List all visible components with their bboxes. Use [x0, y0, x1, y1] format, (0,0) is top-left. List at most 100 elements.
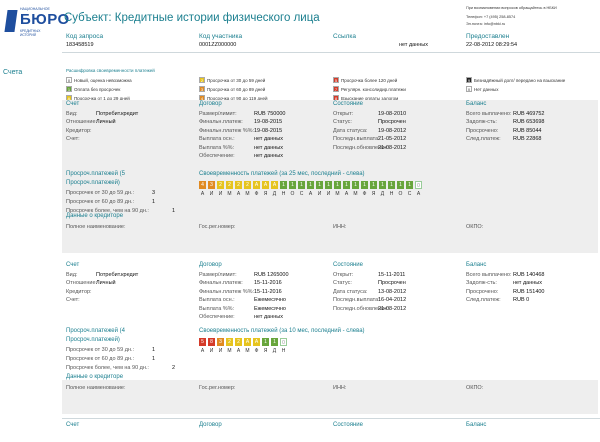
payment-status-cell: 1 [334, 181, 341, 189]
overdue-count: 2 [172, 365, 176, 371]
month-label: И [209, 348, 214, 354]
month-label: М [245, 191, 250, 197]
field-value: нет данных [254, 136, 284, 143]
month-label: А [344, 191, 349, 197]
payment-status-cell: 8 [208, 338, 215, 346]
account-column-header: Состояние [333, 422, 363, 428]
contact-line-3: Эл.почта: info@nbki.ru [466, 22, 506, 26]
month-label: М [227, 191, 232, 197]
month-label: Н [281, 191, 286, 197]
field-value: 19-08-2012 [378, 127, 407, 134]
payment-status-cell: 1 [307, 181, 314, 189]
legend-item: 7 Регулярн. консолидир.платежи [333, 86, 406, 92]
payment-status-cell: 1 [343, 181, 350, 189]
link-value: нет данных [398, 42, 428, 48]
legend-item: 2 Просрочка от 30 до 59 дней [199, 77, 265, 83]
field-label: Выплата осн.: [199, 136, 235, 143]
field-label: Финальн.платеж: [199, 280, 243, 287]
overdue-count: 3 [152, 190, 156, 196]
month-label: А [236, 348, 241, 354]
month-label: И [218, 191, 223, 197]
month-label: И [326, 191, 331, 197]
field-label: Размер/лимит: [199, 111, 237, 117]
field-value: 21-08-2012 [378, 144, 407, 151]
field-value: RUB 750000 [254, 111, 286, 117]
payment-status-cell: 1 [397, 181, 404, 189]
field-label: Просрочено: [466, 288, 499, 295]
account-column-header: Счет [66, 101, 80, 107]
field-label: Статус: [333, 119, 352, 126]
creditor-field-label: Гос.рег.номер: [199, 385, 236, 391]
legend-swatch: 2 [199, 77, 205, 83]
legend-swatch: 9 [466, 77, 472, 83]
overdue-count: 1 [152, 356, 156, 362]
field-value: 13-08-2012 [378, 288, 407, 295]
request-code-label: Код запроса [66, 33, 104, 40]
overdue-label: Просрочек от 30 до 59 дн.: [66, 347, 135, 353]
field-label: Открыт: [333, 272, 354, 278]
logo-main-text: БЮРО [20, 11, 70, 28]
legend-item: 9 Безнадёжный долг/ передано на взыскание [466, 77, 565, 83]
legend-swatch: 3 [199, 86, 205, 92]
payment-status-cell: 2 [226, 338, 233, 346]
overdue-title-2: Просроч.платежей) [66, 337, 120, 343]
month-label: М [227, 348, 232, 354]
field-label: Задолж-сть: [466, 119, 497, 126]
field-value: RUB 85044 [513, 127, 542, 134]
overdue-label: Просрочек от 30 до 59 дн.: [66, 190, 135, 196]
month-label: С [299, 191, 304, 197]
overdue-title: Просроч.платежей (5 [66, 171, 125, 177]
creditor-title: Данные о кредиторе [66, 374, 124, 380]
field-value: 15-11-2016 [254, 280, 282, 287]
account-column-header: Состояние [333, 101, 363, 107]
payment-status-cell: 1 [325, 181, 332, 189]
legend-text: Новый, оценка невозможна [74, 77, 132, 83]
field-value: Ежемесячно [254, 297, 286, 304]
payment-status-cell: 1 [379, 181, 386, 189]
provided-label: Предоставлен [466, 33, 510, 40]
creditor-field-label: Полное наименование: [66, 224, 126, 230]
payment-status-cell: 2 [217, 181, 224, 189]
field-value: 16-04-2012 [378, 297, 407, 304]
account-column-header: Договор [199, 422, 222, 428]
overdue-label: Просрочек от 60 до 89 дн.: [66, 356, 135, 362]
field-label: Статус: [333, 280, 352, 287]
field-label: Размер/лимит: [199, 272, 237, 278]
month-label: Я [263, 348, 268, 354]
payment-status-cell: 5 [199, 338, 206, 346]
field-value: RUB 151400 [513, 288, 545, 295]
month-label: А [236, 191, 241, 197]
creditor-field-label: ИНН: [333, 224, 347, 230]
divider [62, 418, 600, 419]
payment-status-cell: A [253, 181, 260, 189]
field-label: Выплата %%: [199, 305, 235, 312]
field-label: Открыт: [333, 111, 354, 117]
legend-swatch: X [466, 86, 472, 92]
field-label: Последн.выплата: [333, 297, 380, 304]
provided-value: 22-08-2012 08:29:54 [466, 42, 518, 48]
logo-mark [4, 10, 18, 32]
month-label: Ф [362, 191, 367, 197]
field-value: 19-08-2015 [254, 119, 283, 126]
participant-code-label: Код участника [199, 33, 243, 40]
month-label: И [317, 191, 322, 197]
month-label: Н [281, 348, 286, 354]
month-label: Я [263, 191, 268, 197]
field-value: 15-11-2011 [378, 272, 406, 278]
creditor-field-label: ОКПО: [466, 385, 484, 391]
field-value: нет данных [254, 144, 284, 151]
page-title: Субъект: Кредитные истории физического л… [64, 12, 320, 24]
legend-swatch: 1 [66, 86, 72, 92]
overdue-count: 1 [152, 199, 156, 205]
field-value: RUB 140468 [513, 272, 545, 278]
contact-line-2: Телефон: +7 (495) 258-8574 [466, 15, 516, 19]
field-label: Обеспечение: [199, 153, 235, 159]
payment-status-cell: 1 [262, 338, 269, 346]
legend-text: Оплата без просрочек [74, 86, 121, 92]
payment-status-cell: 2 [235, 181, 242, 189]
payment-status-cell: A [244, 338, 251, 346]
overdue-count: 1 [172, 208, 176, 214]
account-column-header: Счет [66, 422, 80, 428]
account-column-header: Договор [199, 101, 222, 107]
request-code-value: 183458519 [66, 42, 94, 48]
